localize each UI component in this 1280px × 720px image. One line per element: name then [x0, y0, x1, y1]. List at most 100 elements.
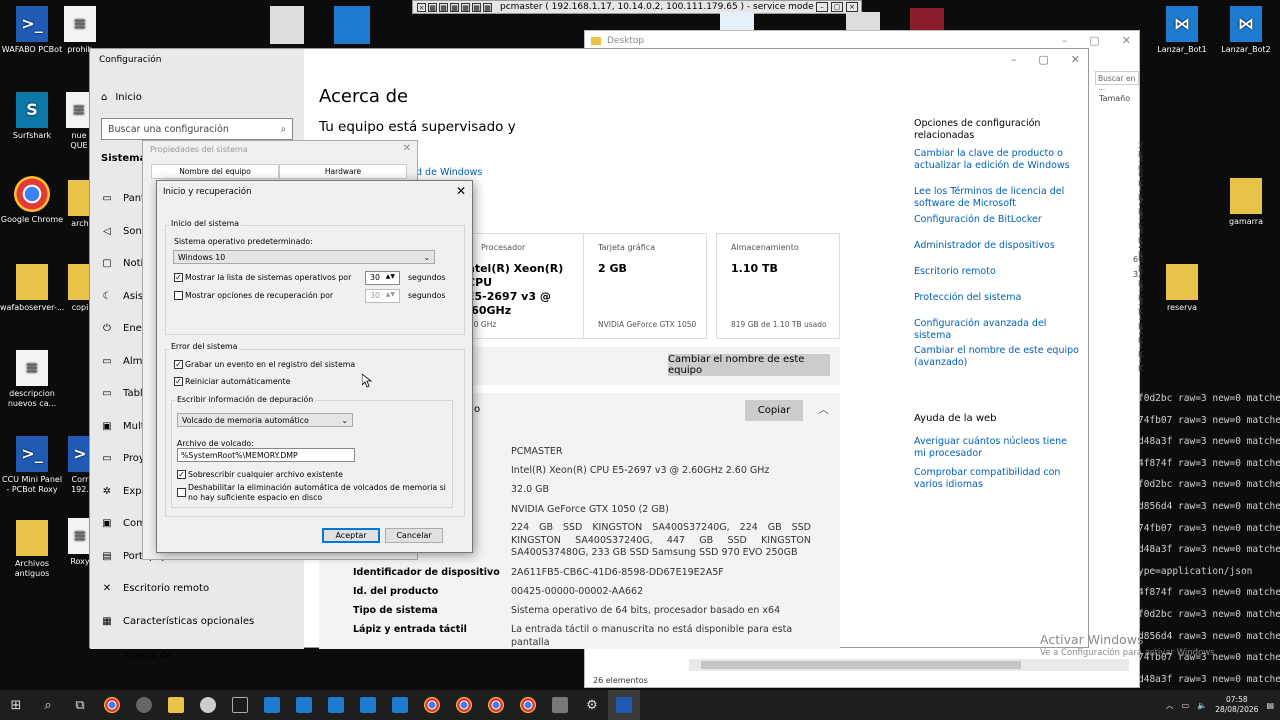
close-icon[interactable]: × — [846, 2, 858, 12]
remote-desktop-icon[interactable] — [608, 690, 640, 720]
maximize-icon[interactable]: ▢ — [1089, 34, 1099, 47]
app-icon[interactable] — [544, 690, 576, 720]
horizontal-scrollbar[interactable] — [689, 659, 1129, 671]
network-icon[interactable]: ▭ — [1182, 701, 1190, 710]
tool-icon[interactable]: ▦ — [483, 2, 492, 12]
startup-recovery-dialog[interactable]: Inicio y recuperación ✕ Inicio del siste… — [156, 180, 473, 553]
spec-value[interactable]: Intel(R) Xeon(R) CPU E5-2697 v3 @ 2.60GH… — [511, 465, 811, 478]
related-link[interactable]: Administrador de dispositivos — [914, 240, 1079, 252]
spec-value[interactable]: NVIDIA GeForce GTX 1050 (2 GB) — [511, 504, 811, 517]
app-icon[interactable] — [256, 690, 288, 720]
close-icon[interactable]: ✕ — [403, 143, 411, 154]
tool-icon[interactable]: ▦ — [450, 2, 459, 12]
close-icon[interactable]: ✕ — [1122, 34, 1131, 47]
copy-button[interactable]: Copiar — [745, 400, 803, 421]
terminal-icon[interactable] — [224, 690, 256, 720]
clock[interactable]: 07:58 28/08/2026 — [1215, 695, 1258, 715]
chevron-up-icon[interactable]: ︿ — [1166, 700, 1174, 711]
tab-computer-name[interactable]: Nombre del equipo — [151, 164, 279, 179]
recovery-seconds[interactable]: 30 ▲▼ — [365, 289, 400, 303]
start-button[interactable]: ⊞ — [0, 690, 32, 720]
chrome-icon[interactable] — [480, 690, 512, 720]
desktop-icon[interactable]: gamarra — [1214, 178, 1278, 227]
show-recovery-checkbox[interactable] — [174, 291, 183, 300]
search-icon[interactable]: ⌕ — [32, 690, 64, 720]
task-view-icon[interactable]: ⧉ — [64, 690, 96, 720]
tool-icon[interactable]: ▦ — [461, 2, 470, 12]
home-link[interactable]: ⌂ Inicio — [101, 92, 142, 103]
sidebar-item[interactable]: ⓘ Acerca de — [101, 648, 173, 663]
app-icon[interactable] — [352, 690, 384, 720]
app-icon[interactable] — [720, 12, 754, 32]
gear-icon[interactable]: ⚙ — [576, 690, 608, 720]
related-link[interactable]: Configuración avanzada del sistema — [914, 318, 1079, 342]
default-os-select[interactable]: Windows 10 ⌄ — [173, 250, 435, 264]
spec-value[interactable]: PCMASTER — [511, 446, 811, 459]
os-list-seconds[interactable]: 30 ▲▼ — [365, 271, 400, 285]
related-link[interactable]: Configuración de BitLocker — [914, 214, 1079, 226]
close-icon[interactable]: ✕ — [1071, 53, 1080, 66]
debug-info-select[interactable]: Volcado de memoria automático ⌄ — [177, 413, 353, 427]
snipping-tool-icon[interactable] — [270, 6, 304, 44]
chevron-up-icon[interactable]: ︿ — [818, 401, 829, 417]
desktop-icon[interactable]: >_ CCU Mini Panel - PCBot Roxy — [0, 436, 64, 495]
settings-search[interactable]: Buscar una configuración ⌕ — [101, 118, 293, 140]
chrome-icon[interactable] — [448, 690, 480, 720]
size-column-header[interactable]: Tamaño — [1099, 94, 1130, 103]
desktop-icon[interactable]: Archivos antiguos — [0, 520, 64, 579]
app-icon[interactable] — [128, 690, 160, 720]
volume-icon[interactable]: 🔈 — [1197, 701, 1207, 710]
snipping-tool-icon[interactable] — [192, 690, 224, 720]
archive-icon[interactable] — [910, 8, 944, 32]
app-icon[interactable] — [384, 690, 416, 720]
chrome-icon[interactable] — [96, 690, 128, 720]
desktop-icon[interactable]: wafaboserver-... — [0, 264, 64, 313]
app-icon[interactable] — [288, 690, 320, 720]
chrome-icon[interactable] — [512, 690, 544, 720]
close-icon[interactable]: ✕ — [456, 184, 466, 198]
help-link[interactable]: Comprobar compatibilidad con varios idio… — [914, 467, 1079, 491]
related-link[interactable]: Cambiar el nombre de este equipo (avanza… — [914, 345, 1079, 369]
desktop-icon[interactable]: reserva — [1150, 264, 1214, 313]
pin-icon[interactable]: × — [417, 2, 426, 12]
spec-value[interactable]: La entrada táctil o manuscrita no está d… — [511, 624, 811, 649]
vscode-icon[interactable] — [334, 6, 370, 44]
help-link[interactable]: Averiguar cuántos núcleos tiene mi proce… — [914, 436, 1079, 460]
notifications-icon[interactable]: ▤ — [1266, 701, 1274, 710]
tool-icon[interactable]: ▦ — [428, 2, 437, 12]
tool-icon[interactable]: ▦ — [439, 2, 448, 12]
ok-button[interactable]: Aceptar — [322, 528, 380, 543]
sidebar-item[interactable]: ✕ Escritorio remoto — [101, 583, 209, 594]
related-link[interactable]: Cambiar la clave de producto o actualiza… — [914, 148, 1079, 172]
related-link[interactable]: Escritorio remoto — [914, 266, 1079, 278]
dump-file-input[interactable]: %SystemRoot%\MEMORY.DMP — [177, 448, 355, 462]
explorer-search[interactable]: Buscar en ... — [1095, 71, 1139, 92]
file-explorer-icon[interactable] — [160, 690, 192, 720]
maximize-icon[interactable]: ▢ — [831, 2, 843, 12]
security-link[interactable]: d de Windows — [416, 167, 482, 178]
desktop-icon[interactable]: ⋈ Lanzar_Bot1 — [1150, 6, 1214, 55]
spec-value[interactable]: 00425-00000-00002-AA662 — [511, 586, 811, 599]
minimize-icon[interactable]: – — [1062, 34, 1068, 47]
disable-auto-delete-checkbox[interactable] — [177, 488, 186, 497]
spec-value[interactable]: 2A611FB5-CB6C-41D6-8598-DD67E19E2A5F — [511, 567, 811, 580]
write-event-checkbox[interactable]: ✓ — [174, 360, 183, 369]
tool-icon[interactable]: ▦ — [472, 2, 481, 12]
app-icon[interactable] — [320, 690, 352, 720]
overwrite-checkbox[interactable]: ✓ — [177, 470, 186, 479]
scroll-thumb[interactable] — [701, 661, 1021, 669]
related-link[interactable]: Lee los Términos de licencia del softwar… — [914, 186, 1079, 210]
terminal-window[interactable]: f0d2bc raw=3 new=0 matched= 74fb07 raw=3 … — [1138, 388, 1280, 688]
desktop-icon[interactable]: S Surfshark — [0, 92, 64, 141]
sidebar-item[interactable]: ▦ Características opcionales — [101, 616, 254, 627]
desktop-icon[interactable]: ⋈ Lanzar_Bot2 — [1214, 6, 1278, 55]
tab-hardware[interactable]: Hardware — [279, 164, 407, 179]
cancel-button[interactable]: Cancelar — [385, 528, 443, 543]
spec-value[interactable]: Sistema operativo de 64 bits, procesador… — [511, 605, 811, 618]
show-os-list-checkbox[interactable]: ✓ — [174, 273, 183, 282]
settings-app-icon[interactable] — [846, 12, 880, 32]
desktop-icon[interactable]: >_ WAFABO PCBot — [0, 6, 64, 55]
desktop-icon[interactable]: Google Chrome — [0, 176, 64, 225]
maximize-icon[interactable]: ▢ — [1038, 53, 1048, 66]
spec-value[interactable]: 32.0 GB — [511, 484, 811, 497]
